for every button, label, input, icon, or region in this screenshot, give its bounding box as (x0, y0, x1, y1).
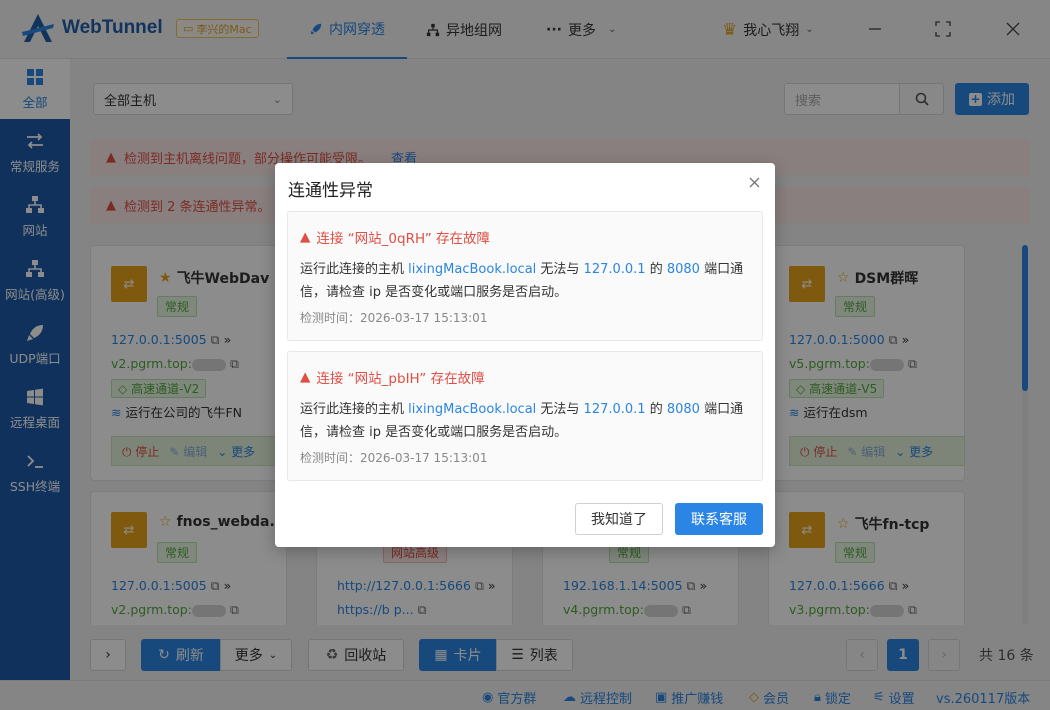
issue-title-text: 连接 “网站_pbIH” 存在故障 (316, 371, 485, 387)
port-value: 8080 (666, 402, 700, 417)
issue-description: 运行此连接的主机 lixingMacBook.local 无法与 127.0.0… (300, 262, 744, 300)
issue-title: ▲ 连接 “网站_pbIH” 存在故障 (300, 367, 485, 387)
dialog-close-button[interactable] (745, 173, 763, 191)
issue-time: 检测时间：2026-03-17 15:13:01 (300, 311, 488, 325)
host-link[interactable]: lixingMacBook.local (408, 402, 536, 417)
issue-item: ▲ 连接 “网站_pbIH” 存在故障 运行此连接的主机 lixingMacBo… (287, 351, 763, 481)
connectivity-dialog: 连通性异常 ▲ 连接 “网站_0qRH” 存在故障 运行此连接的主机 lixin… (275, 163, 775, 547)
warning-icon: ▲ (300, 229, 311, 245)
issue-item: ▲ 连接 “网站_0qRH” 存在故障 运行此连接的主机 lixingMacBo… (287, 211, 763, 341)
ip-value: 127.0.0.1 (583, 402, 646, 417)
contact-support-button[interactable]: 联系客服 (675, 503, 763, 535)
warning-icon: ▲ (300, 369, 311, 385)
host-link[interactable]: lixingMacBook.local (408, 262, 536, 277)
dialog-title: 连通性异常 (288, 181, 373, 201)
issue-title-text: 连接 “网站_0qRH” 存在故障 (316, 231, 490, 247)
port-value: 8080 (666, 262, 700, 277)
ip-value: 127.0.0.1 (583, 262, 646, 277)
acknowledge-label: 我知道了 (591, 512, 647, 528)
close-icon (749, 177, 759, 187)
contact-support-label: 联系客服 (691, 512, 747, 528)
issue-description: 运行此连接的主机 lixingMacBook.local 无法与 127.0.0… (300, 402, 744, 440)
acknowledge-button[interactable]: 我知道了 (575, 503, 663, 535)
issue-title: ▲ 连接 “网站_0qRH” 存在故障 (300, 227, 490, 247)
issue-time: 检测时间：2026-03-17 15:13:01 (300, 451, 488, 465)
